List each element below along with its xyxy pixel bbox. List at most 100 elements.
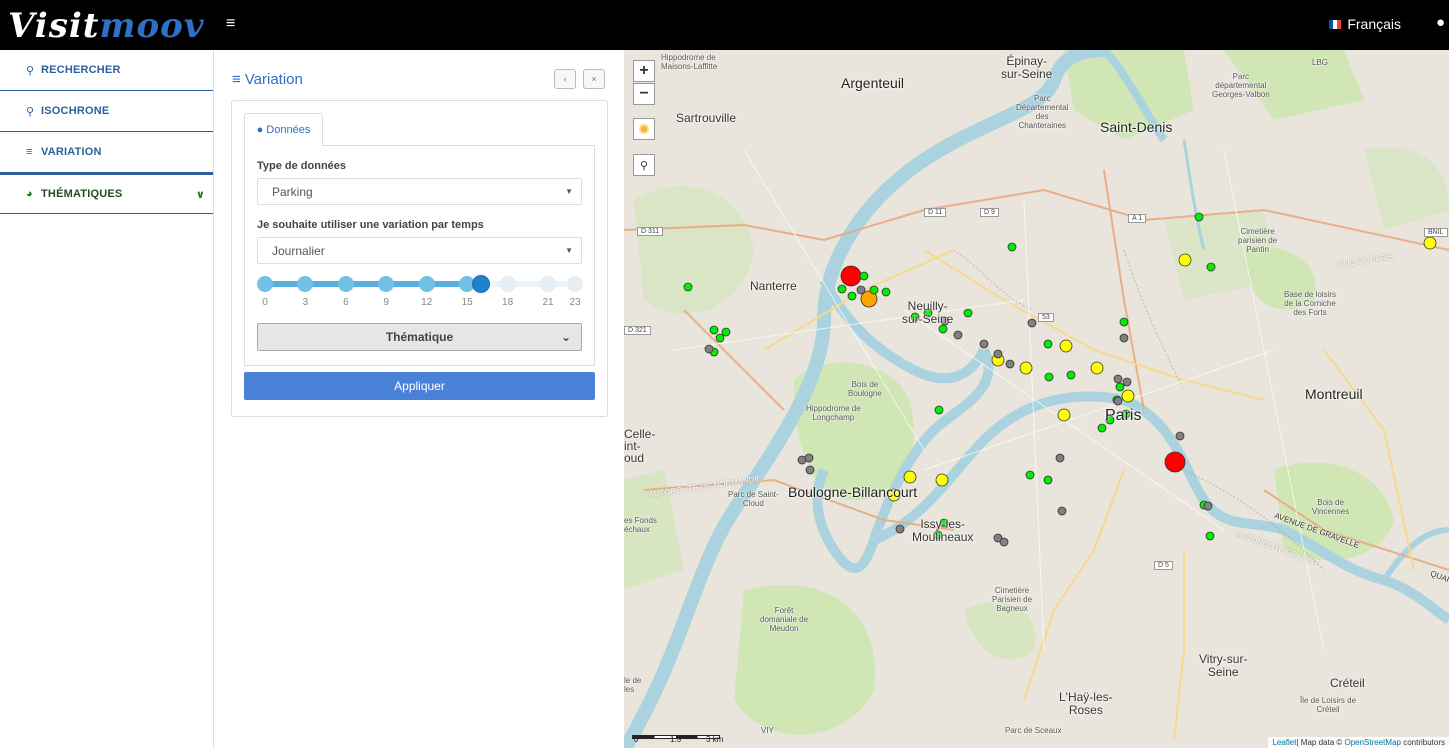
parking-marker-grey[interactable] [804,453,814,463]
slider-step-dot[interactable] [257,276,273,292]
parking-marker-grey[interactable] [856,285,866,295]
sidebar-item-isochrone[interactable]: ⚲ ISOCHRONE [0,91,213,132]
parking-marker-grey[interactable] [1122,377,1132,387]
sidebar-item-rechercher[interactable]: ⚲ RECHERCHER [0,50,213,91]
parking-marker-green[interactable] [1105,415,1115,425]
slider-step-dot[interactable] [297,276,314,292]
parking-marker-green[interactable] [910,312,920,322]
geolocate-button[interactable] [633,118,655,140]
sidebar-item-variation[interactable]: ≡ VARIATION [0,132,213,173]
parking-marker-grey[interactable] [999,537,1009,547]
parking-marker-green[interactable] [1044,372,1054,382]
parking-marker-red[interactable] [1164,451,1186,473]
parking-marker-green[interactable] [715,333,725,343]
parking-marker-yellow[interactable] [1057,408,1071,422]
parking-marker-grey[interactable] [940,316,950,326]
parking-marker-red[interactable] [840,265,862,287]
parking-marker-green[interactable] [1121,409,1131,419]
collapse-panel-button[interactable]: ‹ [554,69,576,89]
parking-marker-grey[interactable] [1203,501,1213,511]
user-icon[interactable]: ● [1436,14,1445,31]
parking-marker-green[interactable] [1205,531,1215,541]
parking-marker-green[interactable] [1043,339,1053,349]
parking-marker-grey[interactable] [1057,506,1067,516]
parking-marker-grey[interactable] [805,465,815,475]
search-icon: ⚲ [26,64,35,77]
slider-tick-label: 0 [262,297,268,308]
apply-button[interactable]: Appliquer [244,372,595,400]
type-select[interactable]: Parking ▼ [257,178,582,205]
leaflet-link[interactable]: Leaflet [1272,738,1296,747]
sidebar-item-thematiques[interactable]: ◕ THÉMATIQUES ∨ [0,173,213,214]
slider-step-dot[interactable] [378,276,395,292]
parking-marker-yellow[interactable] [903,470,917,484]
parking-marker-grey[interactable] [1055,453,1065,463]
parking-marker-green[interactable] [1025,470,1035,480]
parking-marker-yellow[interactable] [1090,361,1104,375]
parking-marker-green[interactable] [1194,212,1204,222]
parking-marker-green[interactable] [1043,475,1053,485]
osm-link[interactable]: OpenStreetMap [1344,738,1400,747]
parking-marker-yellow[interactable] [1019,361,1033,375]
parking-marker-grey[interactable] [895,524,905,534]
map[interactable]: + − ⚲ Hippodrome de Maisons-Laffitte Arg… [624,50,1449,748]
parking-marker-green[interactable] [1066,370,1076,380]
parking-marker-green[interactable] [881,287,891,297]
parking-marker-yellow[interactable] [935,473,949,487]
parking-marker-green[interactable] [859,271,869,281]
slider-step-dot[interactable] [499,276,516,292]
parking-marker-grey[interactable] [1119,333,1129,343]
slider-handle[interactable] [471,275,490,293]
parking-marker-green[interactable] [837,284,847,294]
parking-marker-grey[interactable] [704,344,714,354]
scale-label: 1.5 [670,735,682,744]
slider-step-dot[interactable] [540,276,557,292]
parking-marker-yellow[interactable] [1121,389,1135,403]
sidebar-item-label: THÉMATIQUES [41,188,123,200]
caret-down-icon: ▼ [565,246,573,255]
parking-marker-yellow[interactable] [887,488,901,502]
menu-toggle-icon[interactable]: ≡ [226,14,235,34]
parking-marker-green[interactable] [923,308,933,318]
language-selector[interactable]: Français [1329,16,1401,32]
tab-donnees[interactable]: ● Données [244,113,323,146]
zoom-out-button[interactable]: − [633,83,655,105]
parking-marker-green[interactable] [1007,242,1017,252]
road-label: D 321 [624,326,651,335]
slider-step-dot[interactable] [418,276,435,292]
parking-marker-green[interactable] [1097,423,1107,433]
parking-marker-green[interactable] [1206,262,1216,272]
parking-marker-grey[interactable] [1113,374,1123,384]
parking-marker-green[interactable] [933,530,943,540]
close-panel-button[interactable]: × [583,69,605,89]
parking-marker-green[interactable] [1119,317,1129,327]
variation-select[interactable]: Journalier ▼ [257,237,582,264]
parking-marker-grey[interactable] [993,349,1003,359]
map-search-button[interactable]: ⚲ [633,154,655,176]
parking-marker-grey[interactable] [979,339,989,349]
parking-marker-grey[interactable] [1005,359,1015,369]
slider-step-dot[interactable] [337,276,354,292]
parking-marker-green[interactable] [683,282,693,292]
parking-marker-yellow[interactable] [1178,253,1192,267]
parking-marker-grey[interactable] [1027,318,1037,328]
app-logo[interactable]: Visitmoov [8,6,205,46]
thematique-button[interactable]: Thématique ⌄ [257,323,582,351]
parking-marker-green[interactable] [963,308,973,318]
parking-marker-green[interactable] [939,518,949,528]
parking-marker-green[interactable] [934,405,944,415]
parking-marker-green[interactable] [709,325,719,335]
zoom-in-button[interactable]: + [633,60,655,82]
parking-marker-grey[interactable] [1175,431,1185,441]
parking-marker-grey[interactable] [1113,396,1123,406]
parking-marker-yellow[interactable] [1423,236,1437,250]
parking-marker-green[interactable] [721,327,731,337]
parking-marker-grey[interactable] [953,330,963,340]
parking-marker-green[interactable] [1115,382,1125,392]
parking-marker-green[interactable] [847,291,857,301]
parking-marker-green[interactable] [869,285,879,295]
hour-slider[interactable] [257,275,583,295]
slider-step-dot[interactable] [567,276,583,292]
parking-marker-green[interactable] [938,324,948,334]
parking-marker-yellow[interactable] [1059,339,1073,353]
